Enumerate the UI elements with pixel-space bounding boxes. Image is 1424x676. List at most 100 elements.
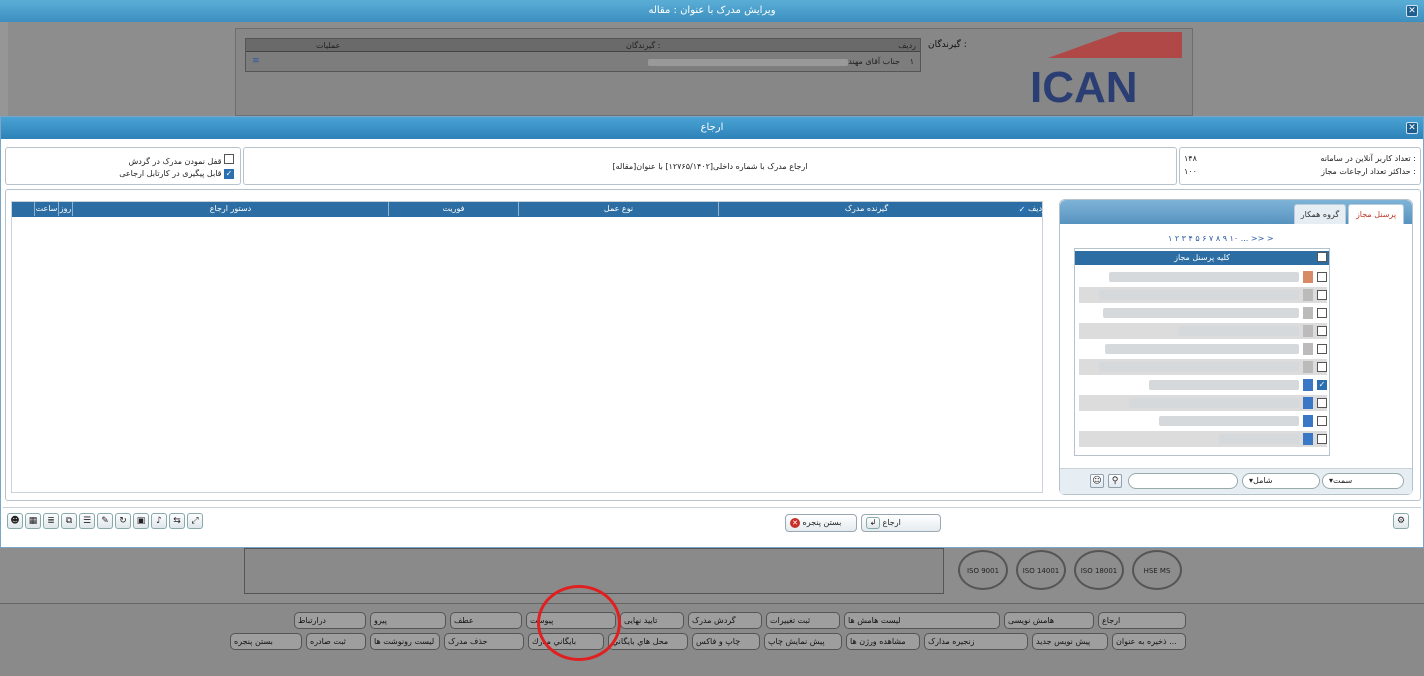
grid-col-hour: ساعت (34, 202, 58, 216)
edit-recipient-icon[interactable]: ≡ (252, 56, 260, 66)
max-referrals-value: ۱۰۰ (1184, 167, 1197, 176)
stats-box: تعداد کاربر آنلاین در سامانه : ۱۴۸ حداکث… (1179, 147, 1421, 185)
briefcase-icon[interactable]: ▣ (133, 513, 149, 529)
track-checkbox[interactable]: ✓ (224, 169, 234, 179)
grid-header: ردیف ✓ گیرنده مدرک نوع عمل فوریت دستور ا… (12, 202, 1046, 217)
recipients-label: گیرندگان : (928, 40, 967, 50)
users-icon[interactable]: ☻ (7, 513, 23, 529)
refer-button[interactable]: ↲ ارجاع (861, 514, 941, 532)
options-box: قفل نمودن مدرک در گردش قابل پیگیری در کا… (5, 147, 241, 185)
copy-icon[interactable]: ⧉ (61, 513, 77, 529)
recipients-table: ردیف گیرندگان : عملیات ۱ جناب آقای مهندس… (245, 38, 921, 72)
online-users-label: تعداد کاربر آنلاین در سامانه : (1320, 154, 1416, 163)
group-icon[interactable]: ▦ (25, 513, 41, 529)
modal-title: ارجاع (700, 122, 724, 133)
grid-col-recipient: گیرنده مدرک (718, 202, 1014, 216)
copies-list-button[interactable]: لیست رونوشت ها (370, 633, 440, 650)
list-item[interactable] (1079, 395, 1327, 411)
add-group-icon[interactable]: ☺ (1090, 474, 1104, 488)
referral-desc-box: ارجاع مدرک با شماره داخلی[۱۲۷۶۵/۱۴۰۲] با… (243, 147, 1177, 185)
grid-select-all[interactable]: ✓ (1016, 203, 1028, 217)
grid-col-priority: فوریت (388, 202, 518, 216)
refresh-icon[interactable]: ↻ (115, 513, 131, 529)
annotate-button[interactable]: هامش نویسی (1004, 612, 1094, 629)
pager[interactable]: ۱ ۲ ۳ ۴ ۵ ۶ ۷ ۸ ۹ ۱۰ ... >> > (1168, 234, 1274, 243)
bottom-refer-button[interactable]: ارجاع (1098, 612, 1186, 629)
filter-field-select[interactable]: سمت ▾ (1322, 473, 1404, 489)
follow-up-button[interactable]: پیرو (370, 612, 446, 629)
refer-icon: ↲ (866, 517, 880, 529)
lock-option[interactable]: قفل نمودن مدرک در گردش (128, 154, 234, 166)
new-draft-button[interactable]: پیش نویس جدید (1032, 633, 1108, 650)
list-item[interactable] (1079, 431, 1327, 447)
select-all-personnel[interactable] (1317, 252, 1327, 262)
recipient-row-index: ۱ (909, 57, 914, 66)
recipients-col-index: ردیف (898, 41, 916, 50)
tab-colleague-group[interactable]: گروه همکار (1294, 204, 1346, 224)
grid-col-index: ردیف (1028, 204, 1046, 213)
personnel-header: کلیه پرسنل مجاز (1075, 251, 1329, 265)
list-item[interactable] (1079, 323, 1327, 339)
transfer-icon[interactable]: ⇆ (169, 513, 185, 529)
modal-close-icon[interactable]: ✕ (1406, 122, 1418, 134)
grid-col-instruction: دستور ارجاع (72, 202, 388, 216)
modal-toolbar-icons: ☻ ▦ ≣ ⧉ ☰ ✎ ↻ ▣ ♪ ⇆ ⤢ (7, 513, 203, 529)
list-item[interactable] (1079, 341, 1327, 357)
list-icon[interactable]: ≣ (43, 513, 59, 529)
iso-18001-badge: ISO 18001 (1074, 550, 1124, 590)
save-as-button[interactable]: ذخیره به عنوان ... (1112, 633, 1186, 650)
grid-col-day: روز (58, 202, 72, 216)
iso-14001-badge: ISO 14001 (1016, 550, 1066, 590)
reference-button[interactable]: عطف (450, 612, 522, 629)
print-fax-button[interactable]: چاپ و فاکس (692, 633, 760, 650)
referral-grid: ردیف ✓ گیرنده مدرک نوع عمل فوریت دستور ا… (11, 201, 1046, 493)
close-circle-icon: ✕ (790, 518, 800, 528)
document-flow-button[interactable]: گردش مدرک (688, 612, 762, 629)
recipients-col-ops: عملیات (316, 41, 341, 50)
window-titlebar: ویرایش مدرک با عنوان : مقاله (0, 0, 1424, 22)
filter-text-input[interactable] (1128, 473, 1238, 489)
personnel-panel: پرسنل مجاز گروه همکار ۱ ۲ ۳ ۴ ۵ ۶ ۷ ۸ ۹ … (1059, 199, 1413, 495)
list-item[interactable] (1079, 359, 1327, 375)
close-window-button[interactable]: بستن پنجره (230, 633, 302, 650)
list-item[interactable]: ✓ (1079, 377, 1327, 393)
delete-document-button[interactable]: حذف مدرک (444, 633, 524, 650)
print-preview-button[interactable]: پیش نمایش چاپ (764, 633, 842, 650)
related-button[interactable]: درارتباط (294, 612, 366, 629)
register-outgoing-button[interactable]: ثبت صادره (306, 633, 366, 650)
list-item[interactable] (1079, 269, 1327, 285)
list-item[interactable] (1079, 287, 1327, 303)
grid-col-action: نوع عمل (518, 202, 718, 216)
max-referrals-label: حداکثر تعداد ارجاعات مجاز : (1321, 167, 1416, 176)
iso-badges: ISO 9001 ISO 14001 ISO 18001 HSE MS (958, 550, 1182, 590)
referral-description: ارجاع مدرک با شماره داخلی[۱۲۷۶۵/۱۴۰۲] با… (612, 162, 808, 171)
svg-text:ICAN: ICAN (1030, 63, 1138, 106)
list-item[interactable] (1079, 413, 1327, 429)
document-chain-button[interactable]: زنجیره مدارک (924, 633, 1028, 650)
filter-op-select[interactable]: شامل ▾ (1242, 473, 1320, 489)
final-approve-button[interactable]: تایید نهایی (620, 612, 684, 629)
annotation-list-button[interactable]: لیست هامش ها (844, 612, 1000, 629)
save-changes-button[interactable]: ثبت تغییرات (766, 612, 840, 629)
bell-icon[interactable]: ♪ (151, 513, 167, 529)
archive-locations-button[interactable]: محل هاي بايگاني (608, 633, 688, 650)
status-strip (0, 661, 1424, 676)
edit-icon[interactable]: ✎ (97, 513, 113, 529)
highlight-circle (537, 585, 621, 661)
hse-ms-badge: HSE MS (1132, 550, 1182, 590)
tab-authorized-personnel[interactable]: پرسنل مجاز (1348, 204, 1404, 224)
filter-icon[interactable]: ⚲ (1108, 474, 1122, 488)
track-option[interactable]: قابل پیگیری در کارتابل ارجاعی ✓ (119, 169, 234, 179)
notes-icon[interactable]: ☰ (79, 513, 95, 529)
list-item[interactable] (1079, 305, 1327, 321)
close-window-icon[interactable]: ✕ (1406, 5, 1418, 17)
referral-modal: ارجاع ✕ قفل نمودن مدرک در گردش قابل پیگی… (0, 116, 1424, 548)
iso-9001-badge: ISO 9001 (958, 550, 1008, 590)
close-modal-button[interactable]: ✕ بستن پنجره (785, 514, 857, 532)
view-versions-button[interactable]: مشاهده ورژن ها (846, 633, 920, 650)
settings-icon[interactable]: ⚙ (1393, 513, 1409, 529)
modal-titlebar: ارجاع (1, 117, 1423, 139)
lock-checkbox[interactable] (224, 154, 234, 164)
expand-icon[interactable]: ⤢ (187, 513, 203, 529)
recipient-row-blurred (648, 59, 848, 66)
